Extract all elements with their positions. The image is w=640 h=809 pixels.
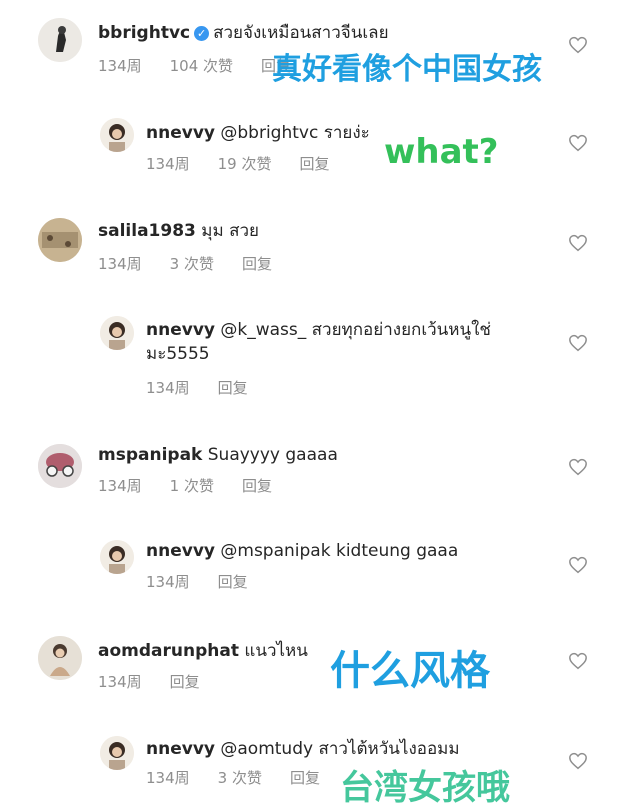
like-count[interactable]: 104 次赞 — [170, 57, 233, 75]
comment-age: 134周 — [98, 255, 142, 273]
heart-outline-icon[interactable] — [568, 652, 588, 670]
like-count[interactable]: 3 次赞 — [218, 769, 262, 787]
caption-overlay: 什么风格 — [330, 648, 490, 694]
heart-outline-icon[interactable] — [568, 752, 588, 770]
comment-meta: 134周 1 次赞 回复 — [98, 476, 300, 496]
verified-badge-icon: ✓ — [194, 26, 210, 41]
comment-text: สวยจังเหมือนสาวจีนเลย — [213, 23, 389, 43]
comment-text: มุม สวย — [201, 221, 259, 241]
comment-age: 134周 — [146, 155, 190, 173]
comment-username[interactable]: bbrightvc — [98, 23, 190, 43]
caption-overlay: 台湾女孩哦 — [340, 768, 510, 808]
reply-button[interactable]: 回复 — [218, 573, 248, 591]
heart-outline-icon[interactable] — [568, 334, 588, 352]
comment-text: @k_wass_ สวยทุกอย่างยกเว้นหนูใช่ — [220, 320, 491, 340]
comment-age: 134周 — [98, 57, 142, 75]
comment-age: 134周 — [98, 673, 142, 691]
comment-text: @aomtudy สาวไต้หวันไงออมม — [220, 739, 460, 759]
avatar[interactable] — [100, 316, 134, 350]
comment-text: แนวไหน — [244, 641, 308, 661]
comment-username[interactable]: nnevvy — [146, 541, 215, 561]
like-count[interactable]: 3 次赞 — [170, 255, 214, 273]
like-count[interactable]: 1 次赞 — [170, 477, 214, 495]
comment-text-continued: มะ5555 — [146, 344, 210, 364]
heart-outline-icon[interactable] — [568, 234, 588, 252]
comment-username[interactable]: nnevvy — [146, 123, 215, 143]
comment-username[interactable]: mspanipak — [98, 445, 202, 465]
caption-overlay: what? — [384, 132, 499, 172]
avatar[interactable] — [38, 218, 82, 262]
comment-username[interactable]: salila1983 — [98, 221, 196, 241]
comment-username[interactable]: aomdarunphat — [98, 641, 239, 661]
comment-meta: 134周 19 次赞 回复 — [146, 154, 358, 174]
comment-age: 134周 — [146, 573, 190, 591]
comment-age: 134周 — [146, 379, 190, 397]
heart-outline-icon[interactable] — [568, 134, 588, 152]
heart-outline-icon[interactable] — [568, 36, 588, 54]
heart-outline-icon[interactable] — [568, 458, 588, 476]
comment-username[interactable]: nnevvy — [146, 320, 215, 340]
comment-text: @mspanipak kidteung gaaa — [220, 541, 459, 561]
avatar[interactable] — [38, 18, 82, 62]
reply-button[interactable]: 回复 — [218, 379, 248, 397]
comment-age: 134周 — [98, 477, 142, 495]
comment-meta: 134周 回复 — [146, 572, 276, 592]
reply-button[interactable]: 回复 — [300, 155, 330, 173]
avatar[interactable] — [38, 636, 82, 680]
like-count[interactable]: 19 次赞 — [218, 155, 272, 173]
avatar[interactable] — [100, 118, 134, 152]
reply-button[interactable]: 回复 — [242, 255, 272, 273]
reply-button[interactable]: 回复 — [170, 673, 200, 691]
comment-username[interactable]: nnevvy — [146, 739, 215, 759]
comment-meta: 134周 回复 — [146, 378, 276, 398]
caption-overlay: 真好看像个中国女孩 — [272, 52, 542, 87]
comment-text: @bbrightvc รายง่ะ — [220, 123, 370, 143]
avatar[interactable] — [100, 736, 134, 770]
heart-outline-icon[interactable] — [568, 556, 588, 574]
comment-text: Suayyyy gaaaa — [207, 445, 338, 465]
reply-button[interactable]: 回复 — [242, 477, 272, 495]
reply-button[interactable]: 回复 — [290, 769, 320, 787]
avatar[interactable] — [38, 444, 82, 488]
comment-meta: 134周 3 次赞 回复 — [98, 254, 300, 274]
comment-meta: 134周 回复 — [98, 672, 228, 692]
comment-meta: 134周 3 次赞 回复 — [146, 768, 348, 788]
avatar[interactable] — [100, 540, 134, 574]
comment-age: 134周 — [146, 769, 190, 787]
